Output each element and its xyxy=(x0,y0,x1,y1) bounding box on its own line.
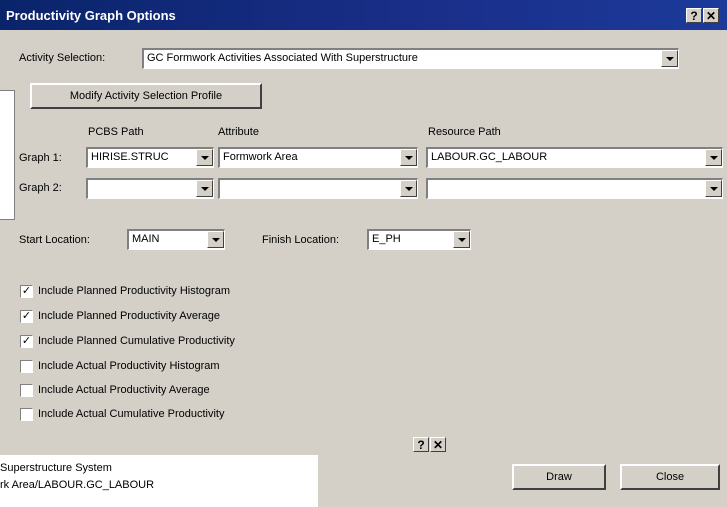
graph1-resource-dropdown[interactable]: LABOUR.GC_LABOUR xyxy=(426,147,723,168)
option-2-label[interactable]: Include Planned Productivity Average xyxy=(38,310,220,322)
option-1-label[interactable]: Include Planned Productivity Histogram xyxy=(38,285,230,297)
title-bar[interactable]: Productivity Graph Options ? ✕ xyxy=(0,0,727,30)
start-location-dropdown[interactable]: MAIN xyxy=(127,229,225,250)
activity-selection-label: Activity Selection: xyxy=(19,52,106,64)
chevron-down-icon[interactable] xyxy=(196,180,213,197)
background-line-2: rk Area/LABOUR.GC_LABOUR xyxy=(0,479,155,491)
option-4-label[interactable]: Include Actual Productivity Histogram xyxy=(38,360,220,372)
help-button[interactable]: ? xyxy=(686,8,702,23)
option-6-label[interactable]: Include Actual Cumulative Productivity xyxy=(38,408,224,420)
chevron-down-icon[interactable] xyxy=(453,231,470,248)
background-window-body: Superstructure System rk Area/LABOUR.GC_… xyxy=(0,455,318,507)
window-title: Productivity Graph Options xyxy=(6,8,176,23)
draw-button[interactable]: Draw xyxy=(512,464,606,490)
finish-location-dropdown[interactable]: E_PH xyxy=(367,229,471,250)
close-window-button[interactable]: ✕ xyxy=(703,8,719,23)
pcbs-path-header: PCBS Path xyxy=(88,126,144,138)
graph2-resource-dropdown[interactable] xyxy=(426,178,723,199)
attribute-header: Attribute xyxy=(218,126,259,138)
chevron-down-icon[interactable] xyxy=(207,231,224,248)
chevron-down-icon[interactable] xyxy=(705,180,722,197)
option-2-checkbox[interactable]: ✓ xyxy=(20,310,33,323)
graph2-label: Graph 2: xyxy=(19,182,62,194)
close-button[interactable]: Close xyxy=(620,464,720,490)
background-help-button[interactable]: ? xyxy=(413,437,429,452)
chevron-down-icon[interactable] xyxy=(400,149,417,166)
activity-selection-dropdown[interactable]: GC Formwork Activities Associated With S… xyxy=(142,48,679,69)
modify-activity-selection-profile-button[interactable]: Modify Activity Selection Profile xyxy=(30,83,262,109)
start-location-value: MAIN xyxy=(132,233,160,245)
graph1-attribute-value: Formwork Area xyxy=(223,151,298,163)
chevron-down-icon[interactable] xyxy=(196,149,213,166)
option-5-label[interactable]: Include Actual Productivity Average xyxy=(38,384,210,396)
option-1-checkbox[interactable]: ✓ xyxy=(20,285,33,298)
chevron-down-icon[interactable] xyxy=(400,180,417,197)
resource-path-header: Resource Path xyxy=(428,126,501,138)
background-window-titlebar[interactable]: ? ✕ xyxy=(0,433,453,455)
option-6-checkbox[interactable] xyxy=(20,408,33,421)
graph1-pcbs-value: HIRISE.STRUC xyxy=(91,151,169,163)
chevron-down-icon[interactable] xyxy=(705,149,722,166)
graph2-attribute-dropdown[interactable] xyxy=(218,178,418,199)
graph1-pcbs-dropdown[interactable]: HIRISE.STRUC xyxy=(86,147,214,168)
option-3-checkbox[interactable]: ✓ xyxy=(20,335,33,348)
finish-location-label: Finish Location: xyxy=(262,234,340,246)
graph1-resource-value: LABOUR.GC_LABOUR xyxy=(431,151,548,163)
graph1-label: Graph 1: xyxy=(19,152,62,164)
option-3-label[interactable]: Include Planned Cumulative Productivity xyxy=(38,335,235,347)
finish-location-value: E_PH xyxy=(372,233,401,245)
graph1-attribute-dropdown[interactable]: Formwork Area xyxy=(218,147,418,168)
background-line-1: Superstructure System xyxy=(0,462,112,474)
background-close-button[interactable]: ✕ xyxy=(430,437,446,452)
background-panel xyxy=(0,90,15,220)
chevron-down-icon[interactable] xyxy=(661,50,678,67)
option-4-checkbox[interactable] xyxy=(20,360,33,373)
option-5-checkbox[interactable] xyxy=(20,384,33,397)
graph2-pcbs-dropdown[interactable] xyxy=(86,178,214,199)
activity-selection-value: GC Formwork Activities Associated With S… xyxy=(147,52,418,64)
start-location-label: Start Location: xyxy=(19,234,90,246)
